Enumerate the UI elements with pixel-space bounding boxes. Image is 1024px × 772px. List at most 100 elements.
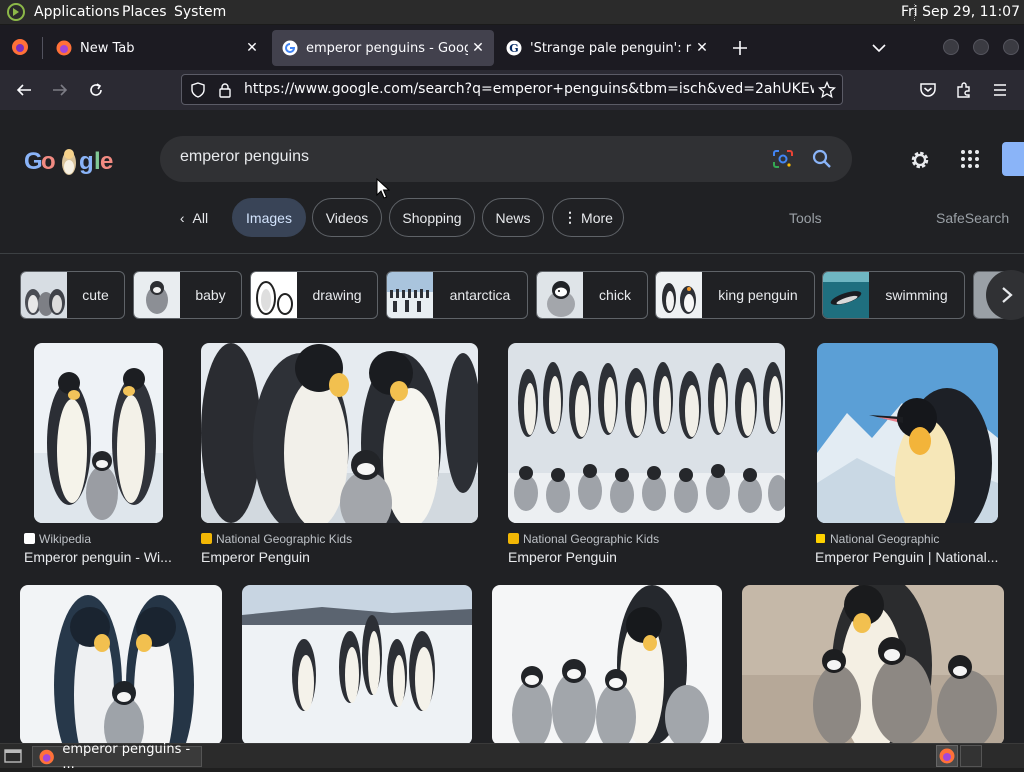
tab-label: 'Strange pale penguin': rare	[530, 40, 692, 56]
tab-strange-pale-penguin[interactable]: G 'Strange pale penguin': rare ✕	[496, 30, 718, 66]
tab-google-images[interactable]: emperor penguins - Google ✕	[272, 30, 494, 66]
tab-new-tab[interactable]: New Tab ✕	[46, 30, 268, 66]
result-title[interactable]: Emperor Penguin	[201, 549, 477, 565]
svg-text:G: G	[509, 42, 518, 55]
svg-text:o: o	[41, 148, 55, 175]
workspace-switcher[interactable]	[936, 745, 958, 767]
close-icon[interactable]: ✕	[468, 40, 488, 56]
result-source[interactable]: National Geographic Kids	[508, 532, 659, 546]
window-close-button[interactable]	[1003, 39, 1019, 55]
filter-label: Videos	[325, 209, 369, 226]
image-result[interactable]: National Geographic Emperor Penguin | Na…	[815, 343, 1005, 568]
filter-more[interactable]: ⋮ More	[552, 198, 624, 237]
result-title[interactable]: Emperor Penguin	[508, 549, 784, 565]
search-input[interactable]	[180, 148, 740, 166]
gnome-foot-icon[interactable]	[6, 3, 26, 21]
suggestion-label: swimming	[885, 287, 948, 303]
bookmark-star-icon[interactable]	[818, 81, 836, 99]
menu-applications[interactable]: Applications	[34, 4, 120, 20]
filter-label: News	[495, 209, 531, 226]
forward-arrow-icon	[53, 84, 68, 96]
reload-icon	[90, 83, 102, 96]
window-maximize-button[interactable]	[973, 39, 989, 55]
natgeo-kids-icon	[508, 533, 519, 544]
firefox-view-icon[interactable]	[11, 38, 29, 56]
source-label: National Geographic Kids	[523, 532, 660, 546]
google-doodle-logo[interactable]: G o g l e	[24, 143, 116, 190]
safesearch-button[interactable]: SafeSearch	[936, 210, 1009, 226]
suggestion-baby[interactable]: baby	[133, 271, 242, 319]
search-icon[interactable]	[812, 149, 832, 169]
window-minimize-button[interactable]	[943, 39, 959, 55]
filter-images[interactable]: Images	[232, 198, 306, 237]
settings-gear-icon[interactable]	[908, 148, 932, 172]
result-source[interactable]: Wikipedia	[24, 532, 91, 546]
app-menu-button[interactable]	[988, 78, 1012, 102]
suggestion-chick[interactable]: chick	[536, 271, 648, 319]
result-title[interactable]: Emperor Penguin | National...	[815, 549, 1003, 565]
reload-button[interactable]	[84, 78, 108, 102]
panel-clock[interactable]: Fri Sep 29, 11:07	[901, 4, 1020, 20]
hamburger-menu-icon	[994, 84, 1006, 96]
search-box[interactable]	[160, 136, 852, 182]
result-source[interactable]: National Geographic Kids	[201, 532, 352, 546]
url-bar[interactable]: https://www.google.com/search?q=emperor+…	[181, 74, 843, 105]
menu-places[interactable]: Places	[122, 4, 167, 20]
close-icon[interactable]: ✕	[692, 40, 712, 56]
image-result[interactable]	[242, 585, 472, 743]
result-title[interactable]: Emperor penguin - Wi...	[24, 549, 178, 565]
sign-in-button[interactable]	[1002, 142, 1024, 176]
image-result[interactable]	[492, 585, 722, 743]
suggestion-antarctica[interactable]: antarctica	[386, 271, 528, 319]
svg-text:g: g	[79, 148, 93, 175]
taskbar-window-firefox[interactable]: emperor penguins - ...	[32, 742, 202, 772]
image-result[interactable]: National Geographic Kids Emperor Penguin	[508, 343, 786, 568]
result-source[interactable]: National Geographic	[815, 532, 939, 546]
pocket-button[interactable]	[916, 78, 940, 102]
suggestion-label: antarctica	[449, 287, 511, 303]
pocket-icon	[920, 83, 936, 97]
tab-label: New Tab	[80, 40, 135, 56]
filter-videos[interactable]: Videos	[312, 198, 382, 237]
filter-shopping[interactable]: Shopping	[389, 198, 475, 237]
back-button[interactable]	[12, 78, 36, 102]
google-apps-grid-icon[interactable]	[960, 149, 980, 169]
tab-divider	[42, 37, 43, 59]
source-label: National Geographic	[830, 532, 940, 546]
suggestion-cute[interactable]: cute	[20, 271, 125, 319]
workspace-2[interactable]	[960, 745, 982, 767]
lock-icon[interactable]	[218, 82, 232, 98]
image-result[interactable]: National Geographic Kids Emperor Penguin	[201, 343, 479, 568]
chevron-left-icon: ‹	[179, 209, 185, 226]
image-result[interactable]	[742, 585, 1004, 743]
firefox-icon	[56, 40, 72, 56]
google-images-page: G o g l e emperor penguins ‹ All Images …	[0, 110, 1024, 743]
filter-news[interactable]: News	[482, 198, 544, 237]
natgeo-icon	[815, 533, 826, 544]
image-result[interactable]	[20, 585, 222, 743]
show-desktop-icon[interactable]	[4, 748, 22, 764]
close-icon[interactable]: ✕	[242, 40, 262, 56]
svg-text:e: e	[100, 148, 113, 175]
image-result[interactable]: Wikipedia Emperor penguin - Wi...	[20, 343, 178, 568]
filter-label: Images	[246, 209, 292, 226]
header-divider	[0, 253, 1024, 254]
new-tab-plus-icon[interactable]	[731, 39, 749, 57]
tools-button[interactable]: Tools	[789, 210, 822, 226]
tracking-protection-shield-icon[interactable]	[190, 82, 206, 98]
list-all-tabs-chevron-down-icon[interactable]	[870, 41, 888, 55]
menu-system[interactable]: System	[174, 4, 226, 20]
suggestion-thumbnail	[251, 272, 297, 318]
url-text[interactable]: https://www.google.com/search?q=emperor+…	[244, 81, 814, 97]
forward-button[interactable]	[48, 78, 72, 102]
extensions-button[interactable]	[952, 78, 976, 102]
filter-all[interactable]: ‹ All	[166, 198, 222, 237]
suggestion-king-penguin[interactable]: king penguin	[655, 271, 815, 319]
result-image	[201, 343, 478, 523]
svg-text:G: G	[24, 148, 42, 175]
suggestion-swimming[interactable]: swimming	[822, 271, 965, 319]
google-lens-icon[interactable]	[772, 149, 794, 169]
suggestion-drawing[interactable]: drawing	[250, 271, 378, 319]
suggestion-thumbnail	[656, 272, 702, 318]
result-image	[817, 343, 998, 523]
